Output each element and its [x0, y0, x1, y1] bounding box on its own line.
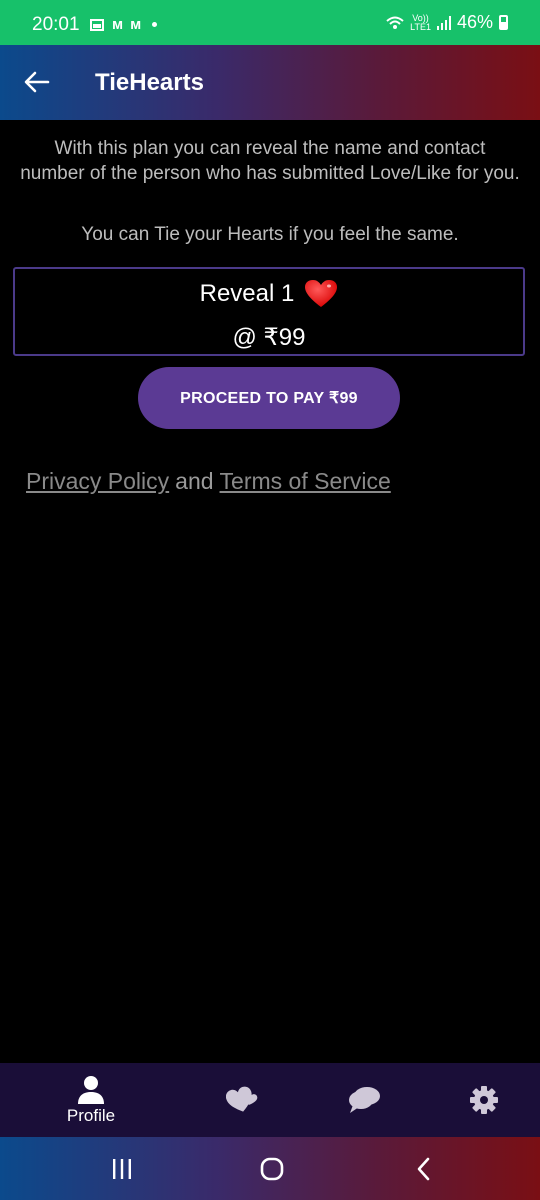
proceed-to-pay-button[interactable]: PROCEED TO PAY ₹99 — [138, 367, 400, 429]
nav-profile[interactable]: Profile — [55, 1063, 127, 1137]
lte-icon: Vo)) LTE1 — [410, 12, 431, 32]
dot-icon — [152, 22, 158, 27]
nav-chat[interactable] — [342, 1063, 388, 1137]
status-time: 20:01 — [32, 14, 80, 35]
and-text: and — [175, 468, 214, 494]
home-icon[interactable] — [257, 1154, 287, 1184]
system-back-icon[interactable] — [409, 1154, 439, 1184]
signal-icon — [436, 15, 451, 30]
person-icon — [78, 1076, 104, 1104]
gallery-icon — [90, 18, 104, 31]
heart-icon — [305, 280, 338, 307]
page-title: TieHearts — [95, 69, 204, 96]
battery-icon — [499, 15, 508, 30]
nav-profile-label: Profile — [66, 1106, 116, 1125]
battery-percent: 46% — [456, 12, 493, 32]
plan-title: Reveal 1 — [199, 280, 295, 307]
gmail-icon: ᴍ — [130, 16, 141, 33]
hearts-icon — [226, 1086, 258, 1112]
nav-hearts[interactable] — [220, 1063, 266, 1137]
terms-of-service-link[interactable]: Terms of Service — [220, 468, 391, 494]
chat-icon — [349, 1087, 380, 1113]
nav-settings[interactable] — [461, 1063, 507, 1137]
arrow-left-icon[interactable] — [22, 67, 52, 97]
gear-icon — [470, 1086, 498, 1114]
status-bar: 20:01 ᴍ ᴍ Vo)) LTE1 46% — [0, 0, 540, 45]
bottom-nav: Profile — [0, 1063, 540, 1137]
legal-links: Privacy Policy and Terms of Service — [26, 468, 391, 495]
wifi-icon — [386, 16, 404, 29]
plan-tagline: You can Tie your Hearts if you feel the … — [81, 224, 459, 245]
plan-price: @ ₹99 — [232, 324, 306, 351]
privacy-policy-link[interactable]: Privacy Policy — [26, 468, 169, 494]
recent-apps-icon[interactable] — [107, 1154, 137, 1184]
gmail-icon: ᴍ — [112, 16, 123, 33]
plan-description: With this plan you can reveal the name a… — [20, 138, 520, 184]
app-bar: TieHearts — [0, 45, 540, 120]
system-nav-bar — [0, 1137, 540, 1200]
plan-card[interactable]: Reveal 1 @ ₹99 — [13, 267, 525, 356]
